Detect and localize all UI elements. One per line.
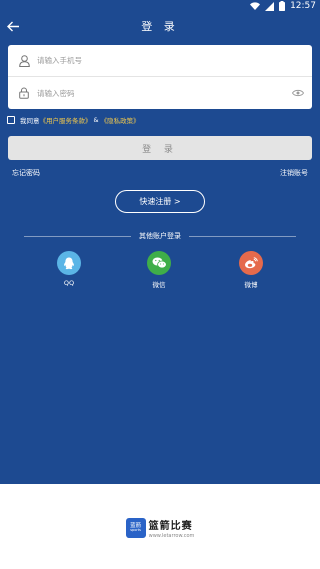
eye-icon[interactable] <box>292 88 304 98</box>
qq-label: QQ <box>63 279 75 287</box>
wechat-icon[interactable] <box>147 251 171 275</box>
password-input[interactable] <box>37 83 277 103</box>
lock-icon <box>11 77 37 109</box>
brand-logo: 蓝箭 sports <box>125 518 146 538</box>
login-button[interactable]: 登 录 <box>8 136 312 160</box>
page-title: 登 录 <box>141 20 179 33</box>
other-login-title: 其他账户登录 <box>139 232 181 240</box>
status-bar: 12:57 <box>0 0 320 13</box>
qq-icon[interactable] <box>57 251 81 275</box>
battery-icon <box>279 1 286 11</box>
signal-icon <box>265 1 275 11</box>
brand-logo-subtext: sports <box>130 528 142 533</box>
divider-line-left <box>24 235 131 237</box>
wechat-label: 微信 <box>152 281 166 289</box>
wechat-login-option[interactable]: 微信 <box>146 251 172 289</box>
status-time: 12:57 <box>290 1 316 11</box>
brand-url: www.letarrow.com <box>148 533 195 539</box>
phone-field-row <box>8 45 312 77</box>
user-icon <box>11 45 37 77</box>
agreement-prefix: 我同意 <box>20 117 40 125</box>
password-field-row <box>8 77 312 109</box>
qq-login-option[interactable]: QQ <box>56 251 82 287</box>
weibo-login-option[interactable]: 微博 <box>238 251 264 289</box>
weibo-icon[interactable] <box>239 251 263 275</box>
phone-input[interactable] <box>37 50 277 71</box>
agreement-checkbox[interactable] <box>7 116 15 124</box>
agreement-row: 我同意 《用户服务条款》 & 《隐私政策》 <box>7 114 140 126</box>
cancel-account-link[interactable]: 注销账号 <box>280 168 308 178</box>
wifi-icon <box>250 2 261 10</box>
divider-line-right <box>189 235 296 237</box>
brand-text: 篮箭比赛 www.letarrow.com <box>149 517 195 539</box>
forgot-password-link[interactable]: 忘记密码 <box>12 168 40 178</box>
brand-footer: 蓝箭 sports 篮箭比赛 www.letarrow.com <box>0 517 320 539</box>
weibo-label: 微博 <box>244 281 258 289</box>
other-login-divider: 其他账户登录 <box>24 231 296 241</box>
brand-name: 篮箭比赛 <box>148 521 193 532</box>
terms-link[interactable]: 《用户服务条款》 <box>40 115 92 125</box>
quick-register-button[interactable]: 快速注册 > <box>115 190 205 213</box>
login-form <box>8 45 312 109</box>
agreement-and: & <box>93 116 99 124</box>
app-header: 登 录 <box>0 13 320 39</box>
privacy-link[interactable]: 《隐私政策》 <box>101 115 140 125</box>
